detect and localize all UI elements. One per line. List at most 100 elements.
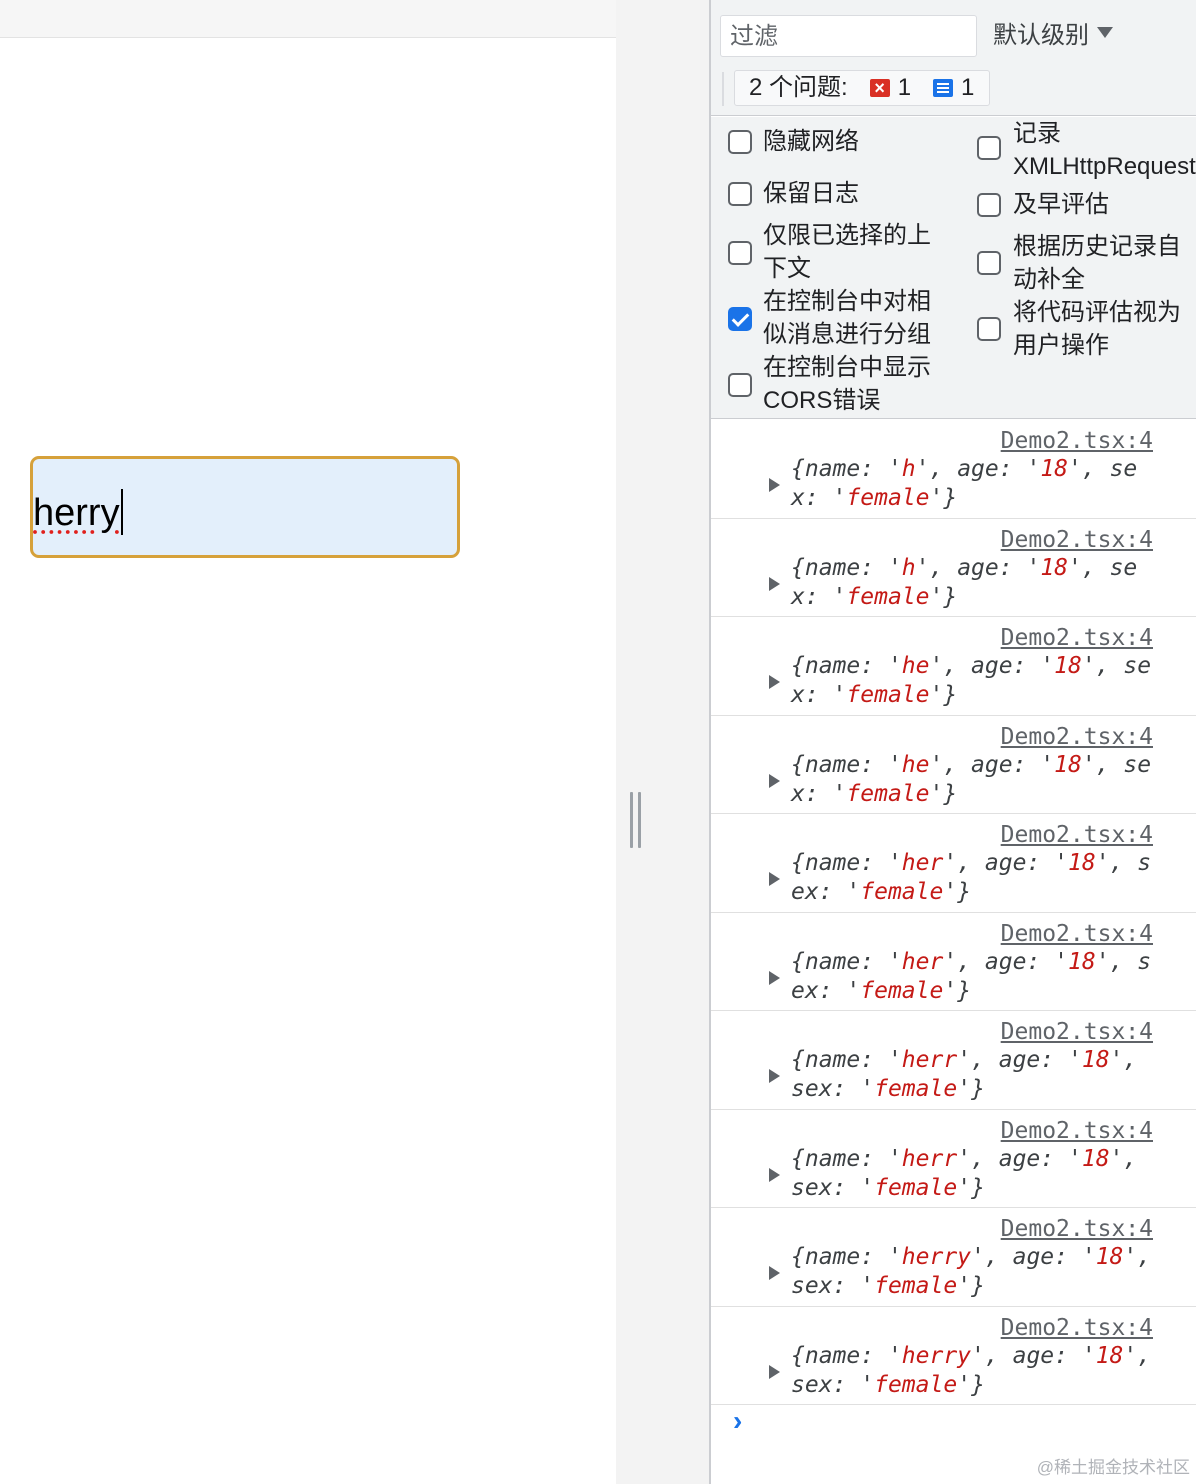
log-source-link[interactable]: Demo2.tsx:4 (1001, 820, 1153, 850)
setting-checkbox[interactable] (728, 130, 752, 154)
setting-label[interactable]: 将代码评估视为 用户操作 (1013, 296, 1181, 362)
console-log-row[interactable]: Demo2.tsx:4 {name: 'herry', age: '18', se… (711, 1208, 1196, 1307)
setting-label-line: 仅限已选择的上 (763, 222, 931, 249)
expand-triangle-icon[interactable] (769, 576, 780, 591)
setting-label[interactable]: 在控制台中对相 似消息进行分组 (763, 285, 931, 351)
log-value-name: he (901, 653, 930, 679)
viewport-top-bar (0, 0, 616, 38)
setting-label-line: 根据历史记录自 (1013, 233, 1181, 260)
log-message: {name: 'herr', age: '18', sex: 'female'} (791, 1047, 1138, 1102)
setting-checkbox[interactable] (977, 251, 1001, 275)
setting-label-line: 将代码评估视为 (1013, 299, 1181, 326)
log-value-name: herry (901, 1244, 972, 1270)
name-input[interactable]: herry (30, 456, 460, 558)
console-prompt-icon[interactable]: › (733, 1405, 742, 1437)
setting-checkbox[interactable] (977, 136, 1001, 160)
expand-triangle-icon[interactable] (769, 872, 780, 886)
log-source-link[interactable]: Demo2.tsx:4 (1001, 525, 1153, 555)
expand-triangle-icon[interactable] (769, 1364, 780, 1379)
log-value-name: her (901, 948, 944, 975)
splitter-grip-icon[interactable] (630, 792, 642, 848)
input-text: herry (33, 492, 120, 534)
log-source-link[interactable]: Demo2.tsx:4 (1001, 1116, 1153, 1146)
expand-triangle-icon[interactable] (769, 675, 780, 689)
log-level-select[interactable]: 默认级别 (993, 20, 1113, 52)
log-level-label: 默认级别 (993, 22, 1089, 49)
error-issue-icon (869, 71, 890, 105)
console-settings-panel: 隐藏网络保留日志仅限已选择的上 下文 在控制台中对相 似消息进行分组在控制台中显示 CO… (711, 117, 1196, 419)
log-value-sex: female (860, 977, 944, 1004)
expand-triangle-icon[interactable] (769, 1266, 780, 1280)
log-value-age: 18 (1081, 1047, 1110, 1073)
expand-triangle-icon[interactable] (769, 478, 780, 492)
log-value-sex: female (874, 1174, 958, 1201)
setting-label[interactable]: 仅限已选择的上 下文 (763, 219, 931, 285)
setting-label[interactable]: 保留日志 (763, 177, 859, 210)
watermark: @稀土掘金技术社区 (1036, 1458, 1190, 1477)
setting-checkbox[interactable] (977, 193, 1001, 217)
setting-label[interactable]: 根据历史记录自 动补全 (1013, 230, 1181, 296)
log-value-age: 18 (1095, 1342, 1124, 1369)
console-log-row[interactable]: Demo2.tsx:4 {name: 'her', age: '18', sex:… (711, 814, 1196, 913)
log-value-name: he (901, 751, 930, 778)
console-toolbar: 过滤 默认级别 2 个问题: 1 1 (711, 0, 1196, 116)
log-value-name: h (901, 554, 916, 581)
devtools-console-panel: 过滤 默认级别 2 个问题: 1 1 隐藏网络保留日志仅限已选择的上下文在控制台中对… (709, 0, 1196, 1484)
filter-input[interactable]: 过滤 (720, 15, 977, 57)
setting-checkbox[interactable] (977, 317, 1001, 341)
setting-checkbox[interactable] (728, 241, 752, 265)
text-caret (120, 489, 123, 535)
console-log-row[interactable]: Demo2.tsx:4 {name: 'he', age: '18', sex: … (711, 716, 1196, 814)
log-message: {name: 'herr', age: '18', sex: 'female'} (791, 1145, 1138, 1201)
setting-label-line: 及早评估 (1013, 191, 1109, 218)
log-source-link[interactable]: Demo2.tsx:4 (1001, 1214, 1153, 1244)
log-source-link[interactable]: Demo2.tsx:4 (1001, 919, 1153, 949)
log-value-sex: female (846, 780, 930, 807)
log-source-link[interactable]: Demo2.tsx:4 (1001, 623, 1153, 653)
panel-splitter[interactable] (616, 0, 709, 1484)
log-message: {name: 'her', age: '18', sex: 'female'} (791, 850, 1152, 905)
expand-triangle-icon[interactable] (769, 1069, 780, 1083)
setting-label-line: 似消息进行分组 (763, 321, 931, 348)
console-log-row[interactable]: Demo2.tsx:4 {name: 'her', age: '18', sex:… (711, 913, 1196, 1011)
expand-triangle-icon[interactable] (769, 773, 780, 788)
log-source-link[interactable]: Demo2.tsx:4 (1001, 1313, 1153, 1343)
setting-label[interactable]: 在控制台中显示 CORS错误 (763, 351, 931, 417)
setting-label[interactable]: 隐藏网络 (763, 125, 859, 158)
dropdown-arrow-icon (1097, 27, 1113, 38)
info-issue-icon (933, 79, 954, 97)
log-message: {name: 'he', age: '18', sex: 'female'} (791, 653, 1152, 708)
console-log-row[interactable]: Demo2.tsx:4 {name: 'herr', age: '18', sex… (711, 1011, 1196, 1110)
log-value-name: herr (901, 1047, 958, 1073)
setting-label-line: 记录 (1013, 120, 1061, 147)
setting-label-line: 隐藏网络 (763, 128, 859, 155)
log-value-sex: female (874, 1371, 958, 1398)
log-source-link[interactable]: Demo2.tsx:4 (1001, 426, 1153, 456)
setting-checkbox[interactable] (728, 182, 752, 206)
console-log-row[interactable]: Demo2.tsx:4 {name: 'herry', age: '18', se… (711, 1307, 1196, 1405)
console-log-row[interactable]: Demo2.tsx:4 {name: 'h', age: '18', sex: '… (711, 519, 1196, 617)
log-value-age: 18 (1068, 850, 1096, 876)
info-issue-count: 1 (961, 74, 975, 101)
log-source-link[interactable]: Demo2.tsx:4 (1001, 1017, 1153, 1047)
expand-triangle-icon[interactable] (769, 1167, 780, 1182)
log-message: {name: 'her', age: '18', sex: 'female'} (791, 948, 1152, 1004)
log-value-sex: female (860, 879, 944, 905)
log-value-sex: female (874, 1076, 958, 1102)
log-message: {name: 'h', age: '18', sex: 'female'} (791, 554, 1138, 610)
issues-button[interactable]: 2 个问题: 1 1 (734, 70, 990, 106)
error-issue-count: 1 (897, 74, 912, 101)
setting-checkbox[interactable] (728, 307, 752, 331)
issues-label: 2 个问题: (749, 74, 848, 101)
expand-triangle-icon[interactable] (769, 970, 780, 985)
setting-label-line: 在控制台中显示 (763, 354, 931, 381)
setting-label[interactable]: 记录 XMLHttpRequest (1013, 117, 1196, 183)
console-log-list: Demo2.tsx:4 {name: 'h', age: '18', sex: '… (711, 420, 1196, 1405)
setting-label-line: CORS错误 (763, 387, 881, 414)
console-log-row[interactable]: Demo2.tsx:4 {name: 'h', age: '18', sex: '… (711, 420, 1196, 519)
setting-label[interactable]: 及早评估 (1013, 188, 1109, 221)
console-log-row[interactable]: Demo2.tsx:4 {name: 'he', age: '18', sex: … (711, 617, 1196, 716)
console-log-row[interactable]: Demo2.tsx:4 {name: 'herr', age: '18', sex… (711, 1110, 1196, 1208)
log-source-link[interactable]: Demo2.tsx:4 (1001, 722, 1153, 752)
setting-checkbox[interactable] (728, 373, 752, 397)
